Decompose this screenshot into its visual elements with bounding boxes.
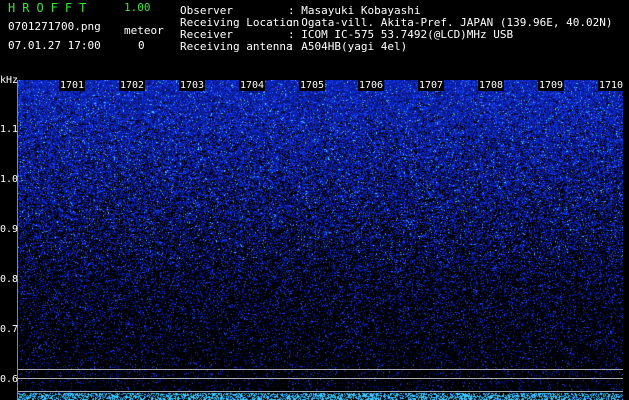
x-tick: 1702 [119,80,146,91]
file-datetime: 07.01.27 17:00 [8,39,101,52]
spectrogram [18,80,623,400]
reference-line [18,378,623,379]
x-tick: 1709 [538,80,565,91]
x-tick: 1705 [299,80,326,91]
file-name: 0701271700.png [8,20,101,33]
x-tick: 1710 [598,80,625,91]
app-version: 1.00 [124,1,151,14]
y-tick: 0.8 [0,274,19,285]
y-tick: 0.6 [0,374,19,385]
x-tick: 1708 [478,80,505,91]
x-tick: 1701 [59,80,86,91]
x-tick: 1703 [179,80,206,91]
x-tick: 1706 [358,80,385,91]
spectrogram-canvas [18,80,623,400]
reference-line [18,369,623,370]
y-tick: 0.7 [0,324,19,335]
y-tick: 1.0 [0,174,19,185]
y-tick: 1.1 [0,124,19,135]
y-axis-unit: kHz [0,75,19,86]
x-tick: 1704 [239,80,266,91]
app-title: HROFFT [8,1,94,15]
antenna-label: Receiving antenna [180,40,293,53]
meteor-count: 0 [138,39,145,52]
antenna-value: : A504HB(yagi 4el) [288,40,408,53]
y-tick: 0.9 [0,224,19,235]
reference-line [18,391,623,392]
meteor-label: meteor [124,24,164,37]
x-tick: 1707 [418,80,445,91]
